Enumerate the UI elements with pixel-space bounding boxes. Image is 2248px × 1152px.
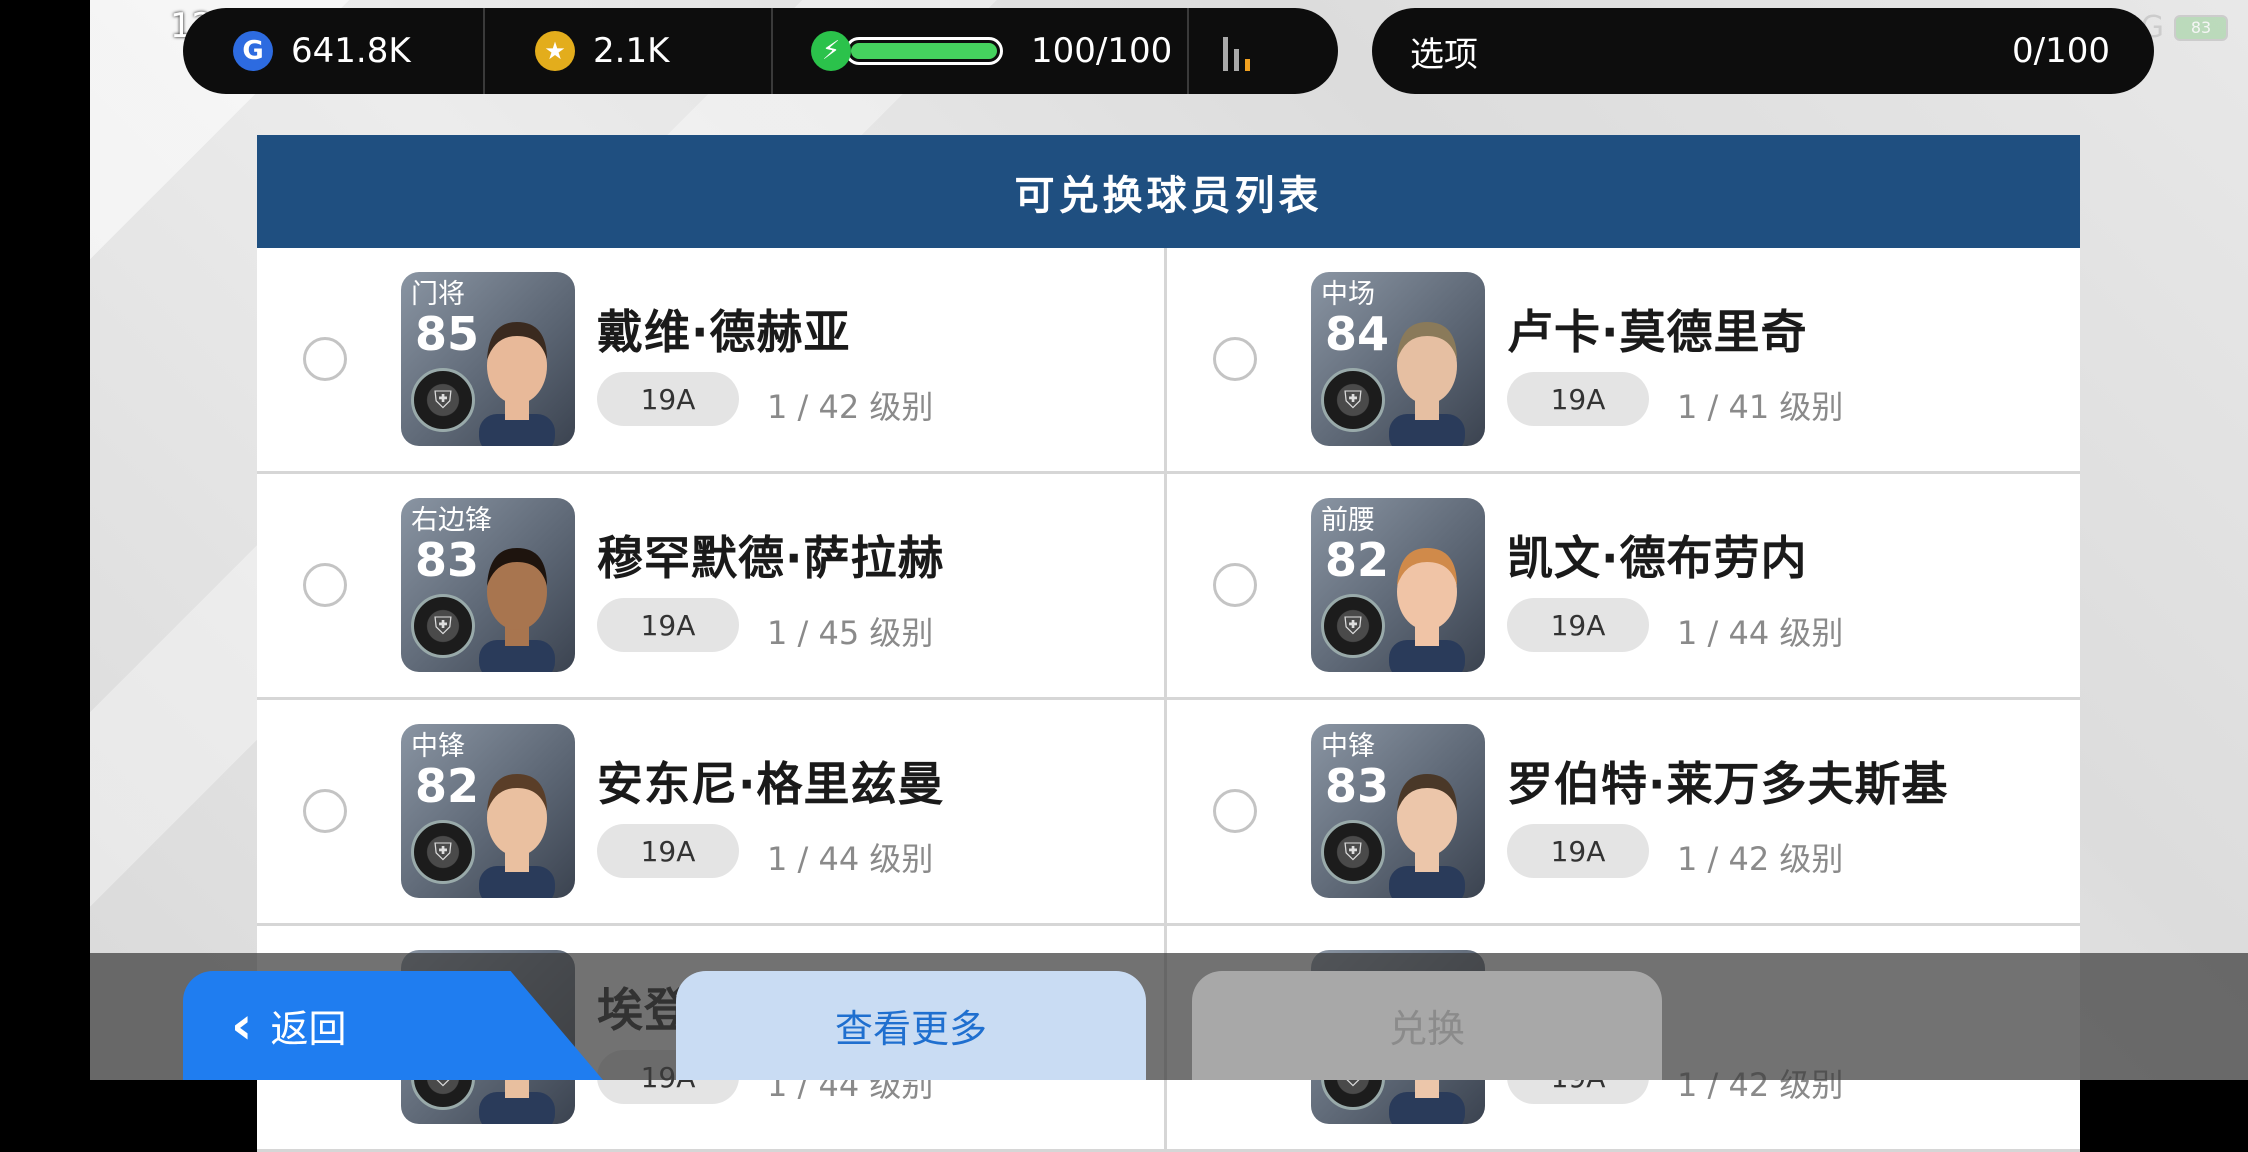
stats-button[interactable] bbox=[1189, 8, 1250, 94]
player-card[interactable]: 中锋 83 ⛨ 罗伯特·莱万多夫斯基 19A 1 / 42 级别 bbox=[1167, 700, 2080, 926]
player-face-icon bbox=[479, 322, 555, 446]
player-portrait: 右边锋 83 ⛨ bbox=[401, 498, 575, 672]
energy-value: 100/100 bbox=[1031, 31, 1173, 71]
player-rating: 83 bbox=[1325, 759, 1390, 813]
player-face-icon bbox=[1389, 548, 1465, 672]
player-rating: 83 bbox=[415, 533, 480, 587]
panel-title: 可兑换球员列表 bbox=[257, 135, 2080, 248]
card-version-tag: 19A bbox=[597, 598, 739, 652]
player-position: 中场 bbox=[1321, 279, 1375, 310]
player-rating: 85 bbox=[415, 307, 480, 361]
energy-bar-fill bbox=[851, 43, 997, 59]
player-card[interactable]: 右边锋 83 ⛨ 穆罕默德·萨拉赫 19A 1 / 45 级别 bbox=[257, 474, 1167, 700]
player-card[interactable]: 门将 85 ⛨ 戴维·德赫亚 19A 1 / 42 级别 bbox=[257, 248, 1167, 474]
energy-icon: ⚡ bbox=[811, 31, 851, 71]
player-level: 1 / 42 级别 bbox=[767, 388, 934, 426]
player-portrait: 门将 85 ⛨ bbox=[401, 272, 575, 446]
exchange-label: 兑换 bbox=[1388, 1007, 1465, 1051]
gp-coin-icon: G bbox=[233, 31, 273, 71]
options-count: 0/100 bbox=[2012, 31, 2110, 71]
card-version-tag: 19A bbox=[1507, 372, 1649, 426]
gp-counter: G 641.8K bbox=[183, 8, 483, 94]
select-radio[interactable] bbox=[1213, 789, 1257, 833]
exchange-button[interactable]: 兑换 bbox=[1192, 971, 1662, 1080]
card-version-tag: 19A bbox=[597, 372, 739, 426]
select-radio[interactable] bbox=[303, 789, 347, 833]
player-list-panel: 可兑换球员列表 门将 85 ⛨ 戴维·德赫亚 19A 1 / 42 级别 中场 … bbox=[257, 135, 2080, 1152]
gold-coin-icon: ★ bbox=[535, 31, 575, 71]
select-radio[interactable] bbox=[303, 337, 347, 381]
card-version-tag: 19A bbox=[1507, 598, 1649, 652]
player-name: 穆罕默德·萨拉赫 bbox=[597, 531, 945, 585]
player-face-icon bbox=[1389, 774, 1465, 898]
player-position: 右边锋 bbox=[411, 505, 492, 536]
player-portrait: 中锋 83 ⛨ bbox=[1311, 724, 1485, 898]
player-card[interactable]: 中场 84 ⛨ 卢卡·莫德里奇 19A 1 / 41 级别 bbox=[1167, 248, 2080, 474]
player-portrait: 前腰 82 ⛨ bbox=[1311, 498, 1485, 672]
player-portrait: 中场 84 ⛨ bbox=[1311, 272, 1485, 446]
options-label: 选项 bbox=[1410, 34, 1478, 75]
view-more-button[interactable]: 查看更多 bbox=[676, 971, 1146, 1080]
battery-icon: 83 bbox=[2174, 14, 2228, 41]
player-level: 1 / 41 级别 bbox=[1677, 388, 1844, 426]
club-badge-icon: ⛨ bbox=[411, 594, 475, 658]
gold-counter[interactable]: ★ 2.1K bbox=[485, 8, 771, 94]
energy-counter[interactable]: ⚡ 100/100 bbox=[773, 8, 1187, 94]
player-level: 1 / 42 级别 bbox=[1677, 840, 1844, 878]
player-rating: 82 bbox=[1325, 533, 1390, 587]
bar-chart-icon bbox=[1223, 31, 1250, 71]
player-position: 中锋 bbox=[1321, 731, 1375, 762]
club-badge-icon: ⛨ bbox=[411, 820, 475, 884]
card-version-tag: 19A bbox=[1507, 824, 1649, 878]
select-radio[interactable] bbox=[1213, 563, 1257, 607]
player-face-icon bbox=[479, 774, 555, 898]
select-radio[interactable] bbox=[1213, 337, 1257, 381]
player-name: 卢卡·莫德里奇 bbox=[1507, 305, 1808, 359]
select-radio[interactable] bbox=[303, 563, 347, 607]
currency-bar: G 641.8K ★ 2.1K ⚡ 100/100 bbox=[183, 8, 1338, 94]
player-face-icon bbox=[1389, 322, 1465, 446]
player-position: 中锋 bbox=[411, 731, 465, 762]
gp-value: 641.8K bbox=[291, 31, 411, 71]
club-badge-icon: ⛨ bbox=[1321, 820, 1385, 884]
back-button-label: 返回 bbox=[270, 1007, 347, 1051]
club-badge-icon: ⛨ bbox=[1321, 594, 1385, 658]
player-position: 门将 bbox=[411, 279, 465, 310]
player-position: 前腰 bbox=[1321, 505, 1375, 536]
options-bar[interactable]: 选项 0/100 bbox=[1372, 8, 2154, 94]
view-more-label: 查看更多 bbox=[834, 1007, 987, 1051]
player-level: 1 / 44 级别 bbox=[1677, 614, 1844, 652]
player-name: 安东尼·格里兹曼 bbox=[597, 757, 945, 811]
energy-bar bbox=[845, 37, 1003, 65]
player-rating: 84 bbox=[1325, 307, 1390, 361]
player-face-icon bbox=[479, 548, 555, 672]
player-name: 戴维·德赫亚 bbox=[597, 305, 851, 359]
club-badge-icon: ⛨ bbox=[411, 368, 475, 432]
player-card[interactable]: 中锋 82 ⛨ 安东尼·格里兹曼 19A 1 / 44 级别 bbox=[257, 700, 1167, 926]
club-badge-icon: ⛨ bbox=[1321, 368, 1385, 432]
player-card[interactable]: 前腰 82 ⛨ 凯文·德布劳内 19A 1 / 44 级别 bbox=[1167, 474, 2080, 700]
player-level: 1 / 45 级别 bbox=[767, 614, 934, 652]
player-name: 凯文·德布劳内 bbox=[1507, 531, 1808, 585]
player-rating: 82 bbox=[415, 759, 480, 813]
player-level: 1 / 44 级别 bbox=[767, 840, 934, 878]
player-portrait: 中锋 82 ⛨ bbox=[401, 724, 575, 898]
chevron-left-icon: ‹ bbox=[231, 995, 253, 1056]
player-name: 罗伯特·莱万多夫斯基 bbox=[1507, 757, 1949, 811]
card-version-tag: 19A bbox=[597, 824, 739, 878]
gold-value: 2.1K bbox=[593, 31, 670, 71]
